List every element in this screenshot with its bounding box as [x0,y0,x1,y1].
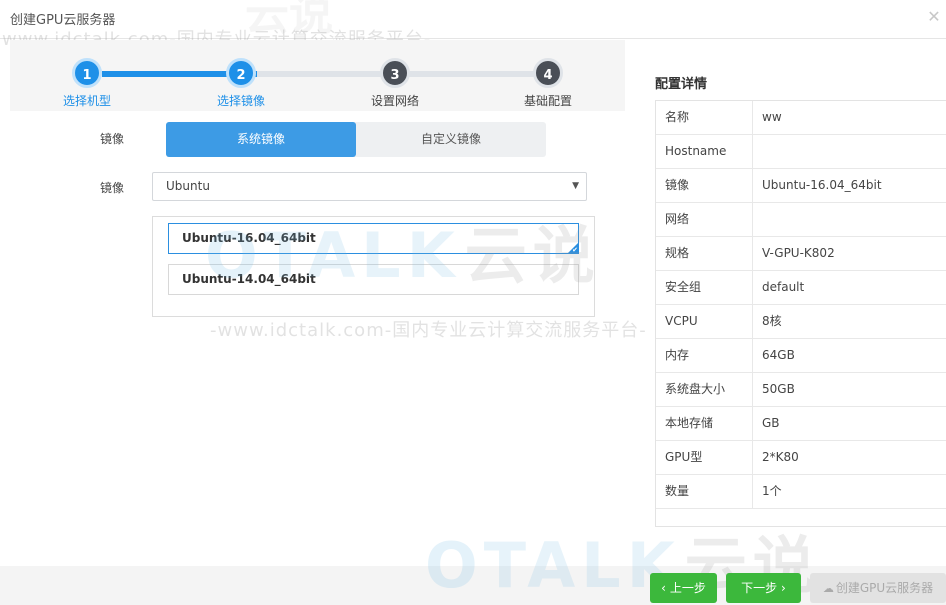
image-type-label: 镜像 [100,132,125,146]
detail-row: GPU型 2*K80 [656,441,946,475]
detail-row: 规格 V-GPU-K802 [656,237,946,271]
detail-key: 内存 [656,339,753,372]
detail-key: 名称 [656,101,753,134]
step-4-label: 基础配置 [523,94,572,108]
custom-image-tab[interactable]: 自定义镜像 [356,122,546,157]
chevron-left-icon: ‹ [661,581,666,595]
detail-row: 镜像 Ubuntu-16.04_64bit [656,169,946,203]
detail-value: 64GB [762,348,795,362]
create-gpu-server-dialog: 云说 创建GPU云服务器 ✕ www.idctalk.com-国内专业云计算交流… [0,0,946,605]
detail-value: V-GPU-K802 [762,246,835,260]
detail-row: 系统盘大小 50GB [656,373,946,407]
detail-key: VCPU [656,305,753,338]
step-2[interactable]: 2 选择镜像 [201,58,281,109]
detail-row: 名称 ww [656,101,946,135]
step-3[interactable]: 3 设置网络 [355,58,435,109]
create-gpu-server-label: 创建GPU云服务器 [835,581,934,595]
chevron-right-icon: › [781,581,786,595]
chevron-down-icon: ▼ [572,181,579,191]
detail-key: 网络 [656,203,753,236]
step-2-label: 选择镜像 [216,94,265,108]
step-2-circle: 2 [226,58,256,88]
detail-row: 数量 1个 [656,475,946,509]
detail-row: 内存 64GB [656,339,946,373]
os-select[interactable]: Ubuntu ▼ [152,172,587,201]
watermark-logo-mid: OTALK云说 [205,219,601,292]
detail-value [753,203,946,236]
step-1-label: 选择机型 [62,94,111,108]
detail-value: 50GB [762,382,795,396]
detail-key: Hostname [656,135,753,168]
step-1[interactable]: 1 选择机型 [47,58,127,109]
os-select-label: 镜像 [100,181,125,195]
detail-row: 网络 [656,203,946,237]
os-select-value: Ubuntu [166,179,210,193]
detail-value: 2*K80 [762,450,799,464]
details-title: 配置详情 [655,77,708,92]
prev-step-button[interactable]: ‹ 上一步 [650,573,717,603]
prev-step-label: 上一步 [669,581,706,595]
detail-row: VCPU 8核 [656,305,946,339]
step-4[interactable]: 4 基础配置 [508,58,588,109]
next-step-button[interactable]: 下一步 › [726,573,801,603]
step-4-circle: 4 [533,58,563,88]
step-3-circle: 3 [380,58,410,88]
system-image-tab[interactable]: 系统镜像 [166,122,356,157]
next-step-label: 下一步 [741,581,778,595]
detail-value: GB [762,416,780,430]
cloud-icon: ☁ [822,582,834,595]
detail-value [753,135,946,168]
detail-key: 安全组 [656,271,753,304]
detail-key: GPU型 [656,441,753,474]
detail-value: default [762,280,805,294]
detail-key: 本地存储 [656,407,753,440]
image-type-toggle: 系统镜像 自定义镜像 [166,122,546,157]
detail-value: Ubuntu-16.04_64bit [762,178,882,192]
detail-value: 8核 [762,314,782,328]
close-icon[interactable]: ✕ [926,9,942,25]
stepper: 1 选择机型 2 选择镜像 3 设置网络 4 基础配置 [10,40,625,111]
detail-key: 规格 [656,237,753,270]
detail-key: 系统盘大小 [656,373,753,406]
detail-row: 安全组 default [656,271,946,305]
step-3-label: 设置网络 [370,94,419,108]
watermark-site-text-mid: -www.idctalk.com-国内专业云计算交流服务平台- [210,320,647,341]
detail-row: Hostname [656,135,946,169]
detail-value: ww [762,110,782,124]
detail-row: 本地存储 GB [656,407,946,441]
detail-key: 数量 [656,475,753,508]
detail-value: 1个 [762,484,782,498]
details-table: 名称 ww Hostname 镜像 Ubuntu-16.04_64bit 网络 规格… [655,100,946,527]
detail-key: 镜像 [656,169,753,202]
create-gpu-server-button[interactable]: ☁ 创建GPU云服务器 [810,573,946,603]
step-1-circle: 1 [72,58,102,88]
